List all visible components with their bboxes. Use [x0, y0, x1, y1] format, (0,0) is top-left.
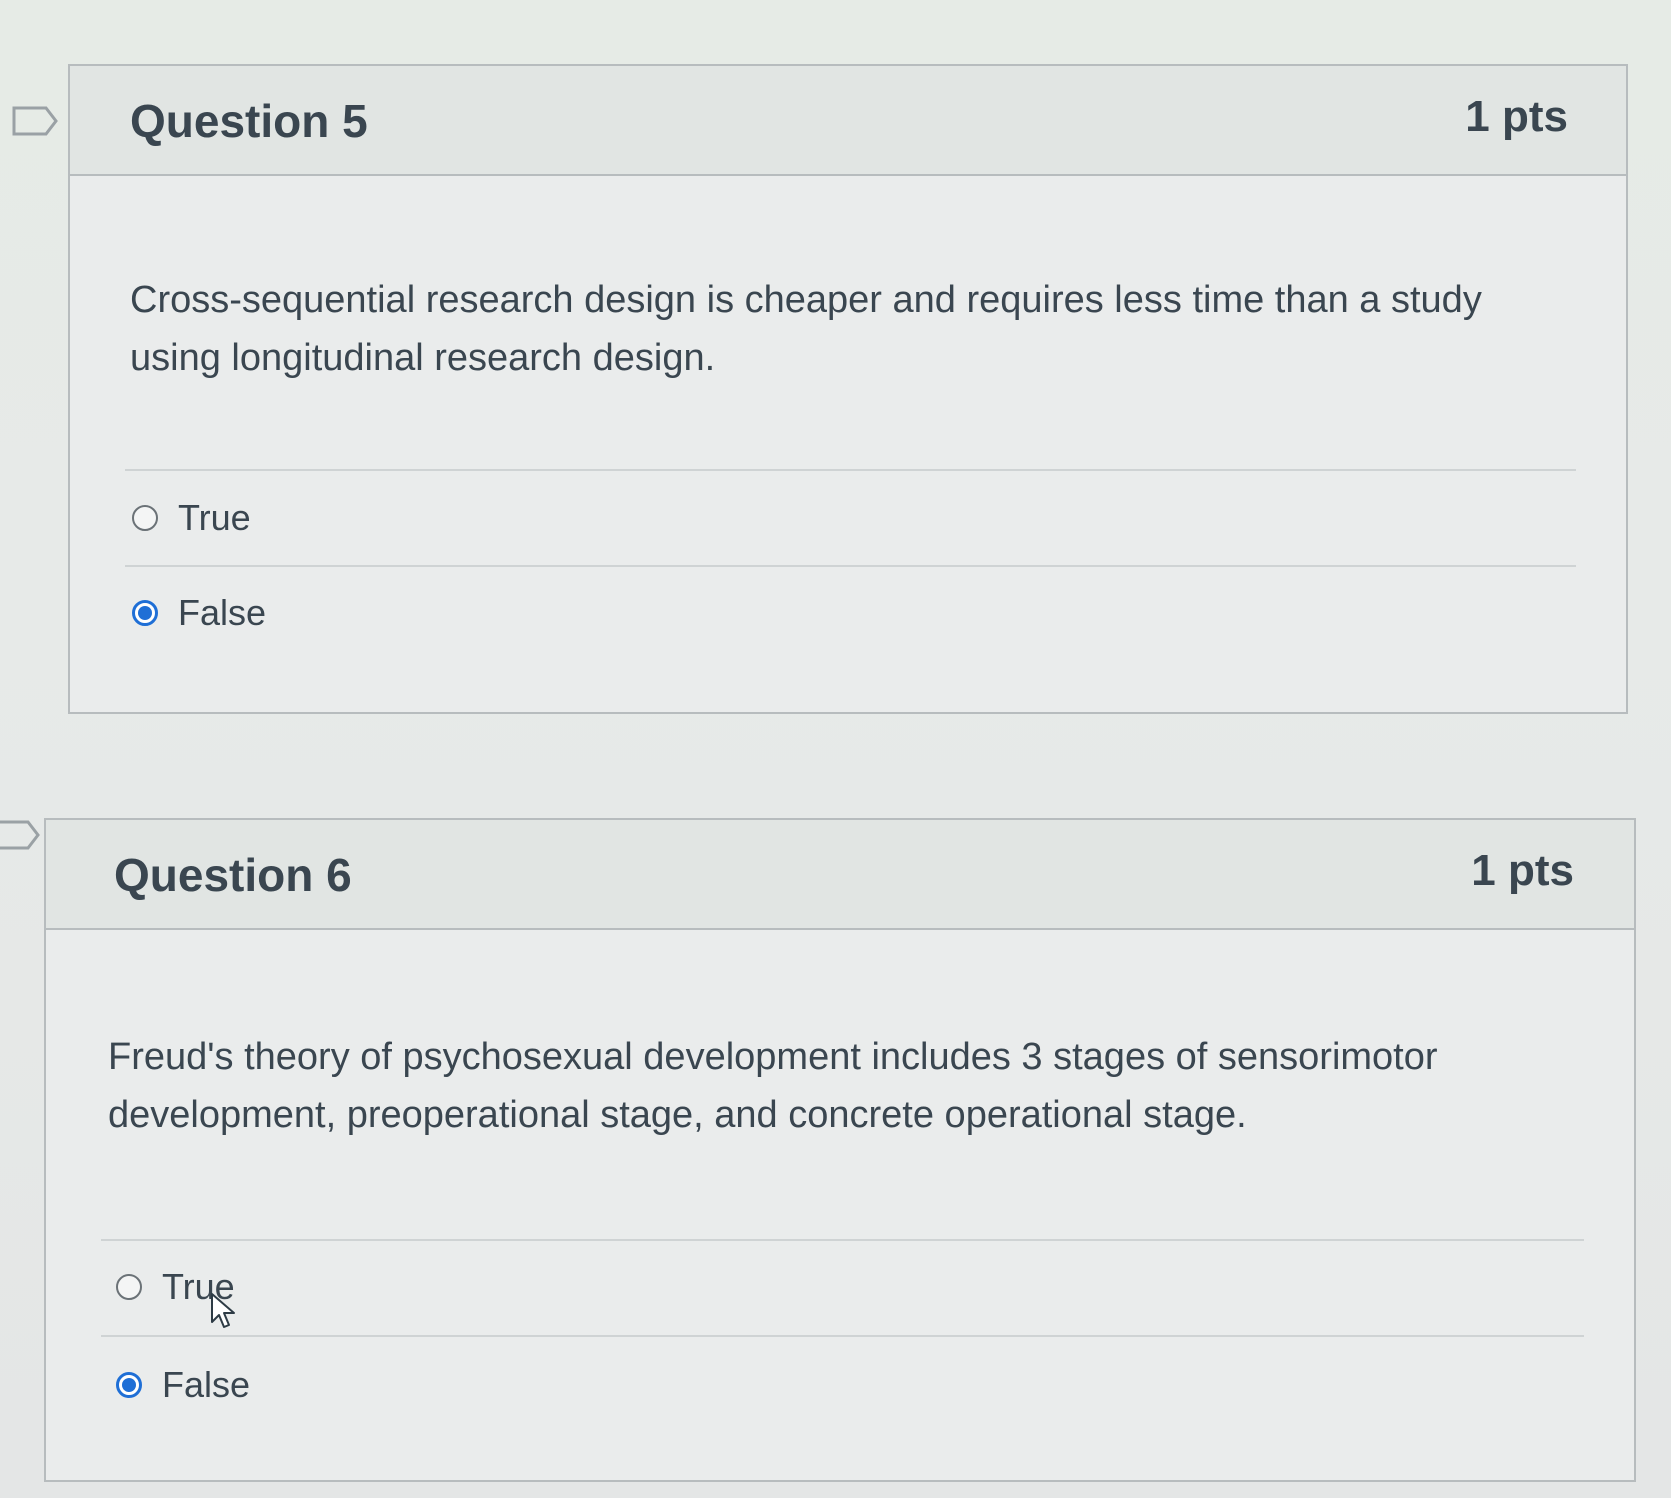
radio-icon[interactable]: [132, 505, 158, 531]
flag-question-icon[interactable]: [12, 106, 58, 136]
question-card: Question 6 1 pts Freud's theory of psych…: [44, 818, 1636, 1482]
answer-divider: [101, 1335, 1584, 1337]
radio-selected-icon[interactable]: [116, 1372, 142, 1398]
question-header: Question 6 1 pts: [46, 820, 1634, 930]
answer-divider: [125, 565, 1576, 567]
answer-label: False: [162, 1364, 251, 1405]
answer-option[interactable]: False: [116, 1360, 250, 1410]
question-header: Question 5 1 pts: [70, 66, 1626, 176]
answer-divider: [125, 469, 1576, 471]
answer-option[interactable]: True: [132, 493, 251, 543]
radio-selected-icon[interactable]: [132, 600, 158, 626]
flag-question-icon[interactable]: [0, 820, 46, 850]
mouse-pointer-icon: [211, 1293, 235, 1328]
question-points: 1 pts: [1465, 92, 1568, 141]
question-points: 1 pts: [1471, 846, 1574, 895]
question-title: Question 6: [114, 849, 352, 901]
question-card: Question 5 1 pts Cross-sequential resear…: [68, 64, 1628, 714]
question-text: Freud's theory of psychosexual developme…: [108, 1036, 1438, 1136]
answer-label: True: [178, 497, 251, 538]
question-text: Cross-sequential research design is chea…: [130, 279, 1482, 379]
answer-divider: [101, 1239, 1584, 1241]
question-title: Question 5: [130, 95, 368, 147]
answer-label: False: [178, 592, 267, 633]
answer-option[interactable]: False: [132, 588, 266, 638]
radio-icon[interactable]: [116, 1274, 142, 1300]
